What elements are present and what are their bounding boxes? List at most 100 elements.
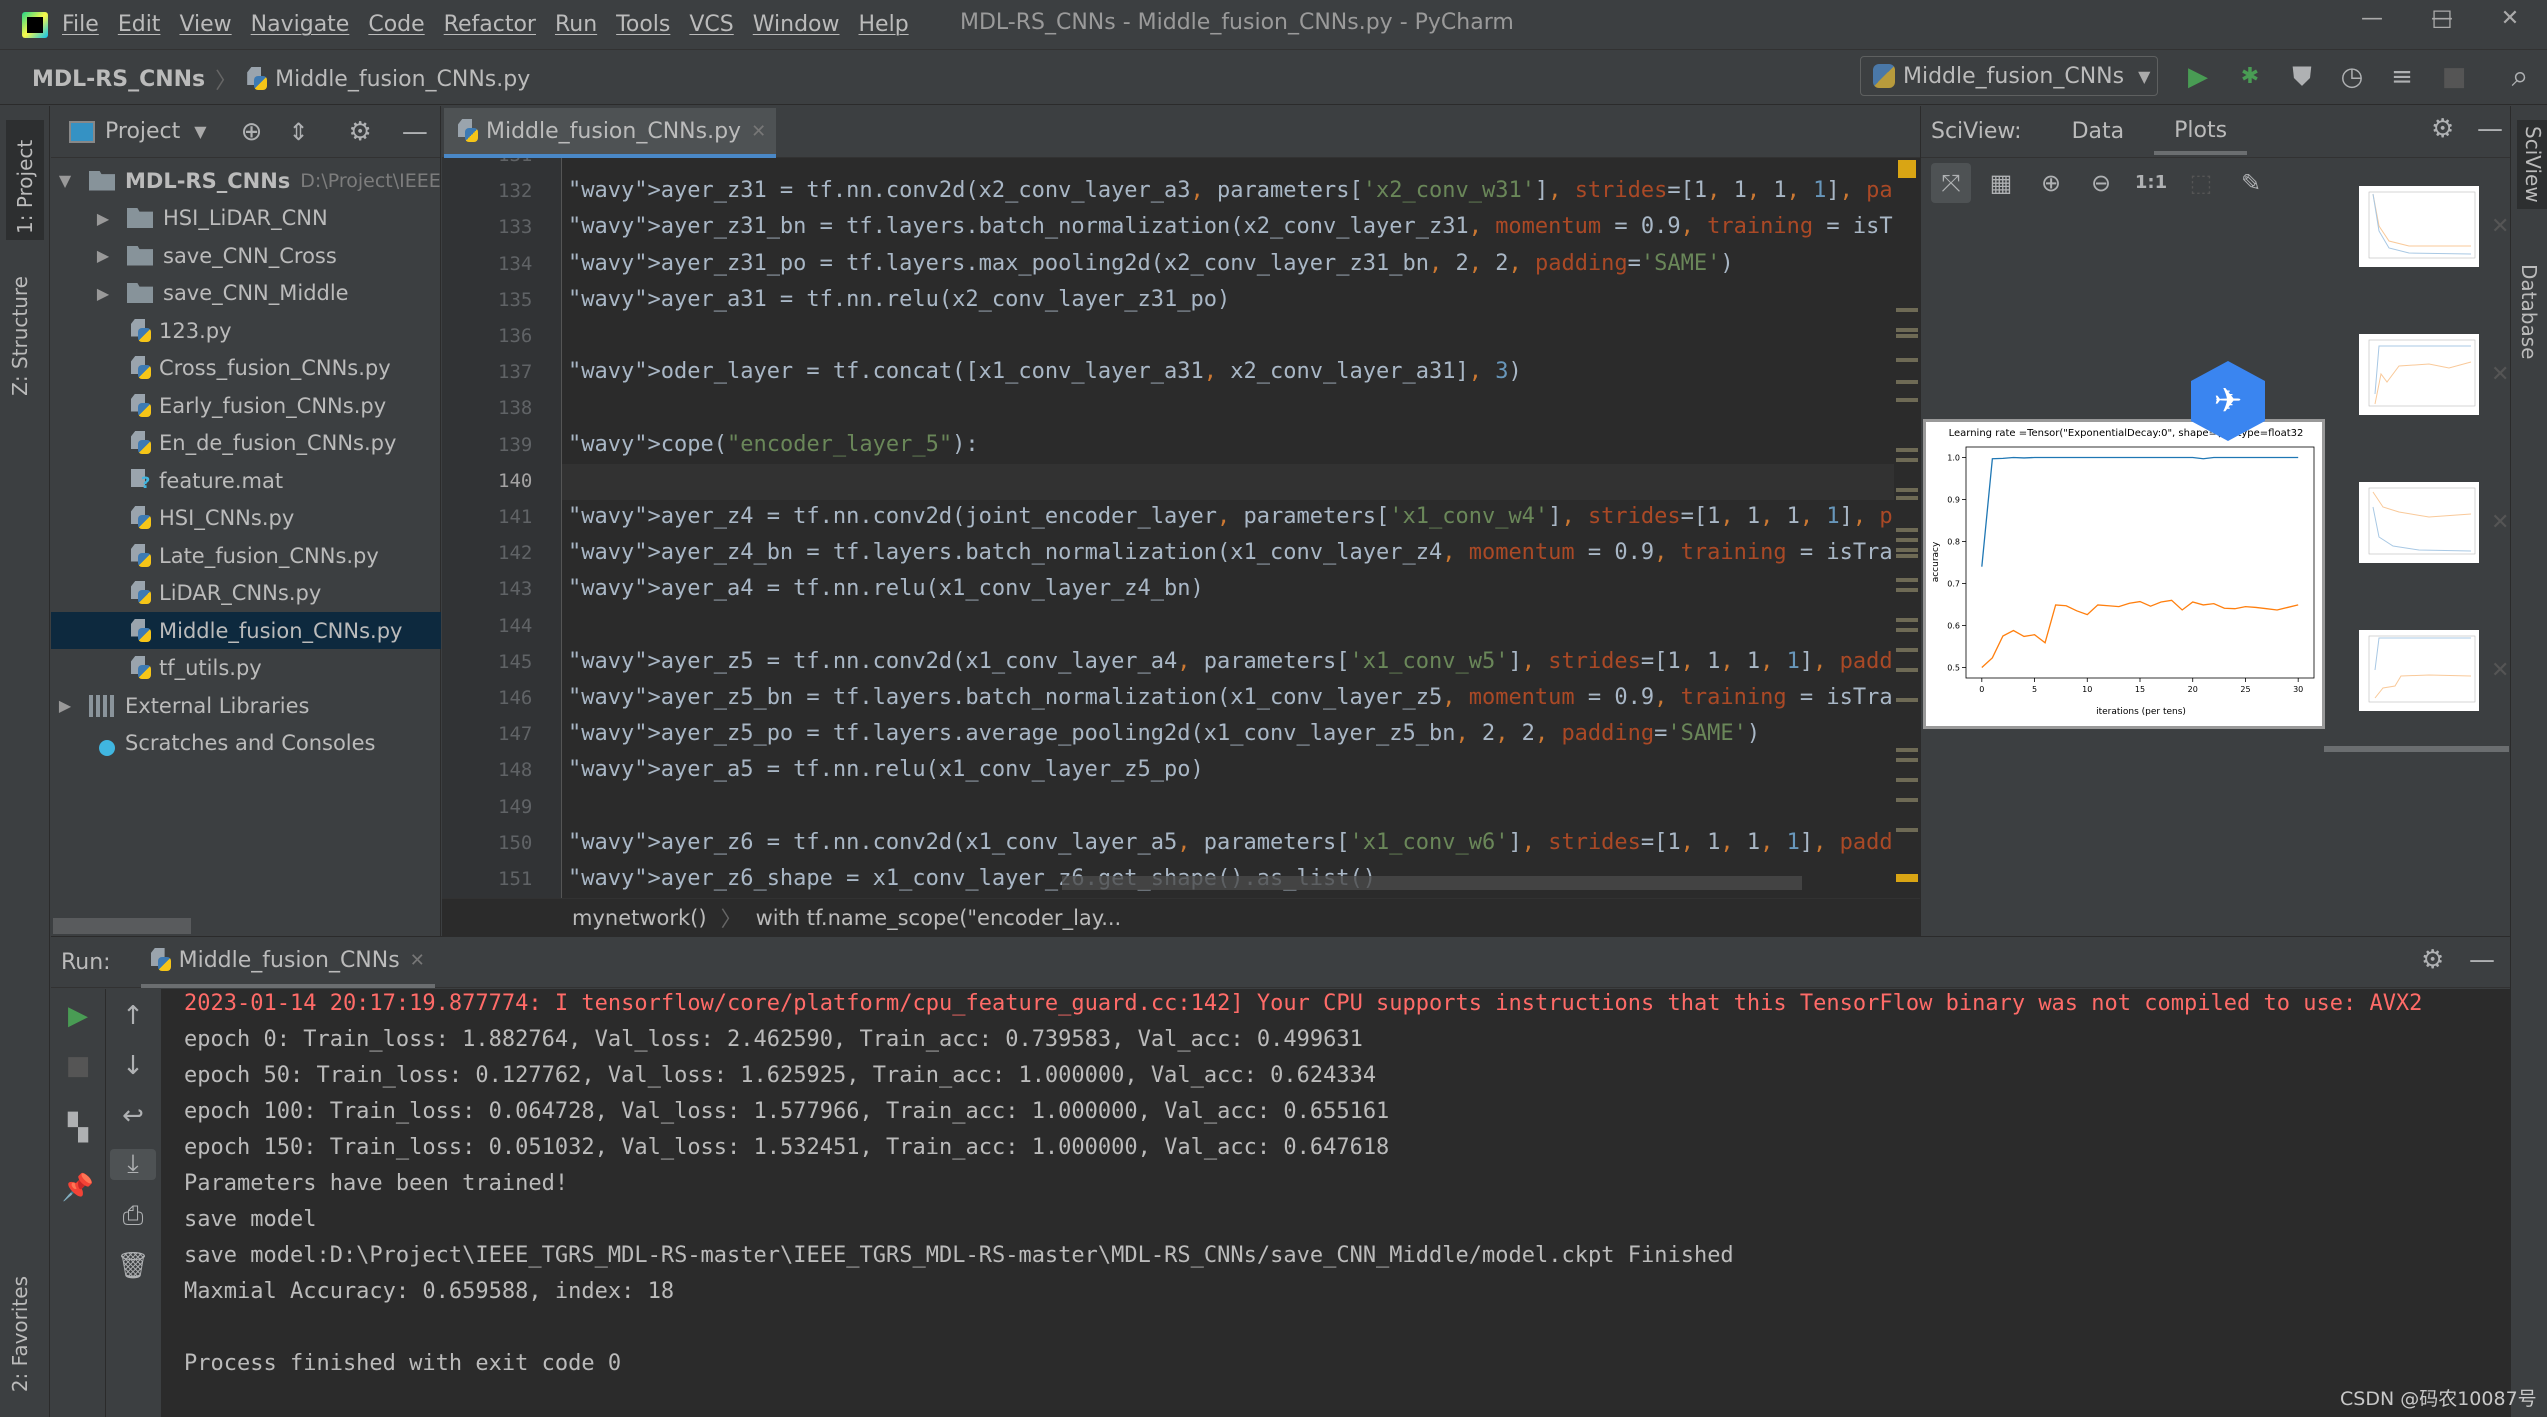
inspection-warning-icon[interactable] bbox=[1898, 160, 1916, 178]
code-editor[interactable]: 131 132 133 134 135 136 137 138 139 140 141 142 143 1… bbox=[442, 158, 1920, 898]
scrollbar-marker[interactable] bbox=[1896, 328, 1918, 332]
close-thumbnail-icon[interactable]: ✕ bbox=[2491, 214, 2509, 239]
tree-item[interactable]: ▶ save_CNN_Middle bbox=[51, 275, 441, 312]
tool-tab-favorites[interactable]: 2: Favorites bbox=[8, 1276, 32, 1392]
editor-horizontal-scrollbar[interactable] bbox=[1062, 876, 1802, 890]
grid-icon[interactable]: ▦ bbox=[1981, 163, 2021, 203]
menu-run[interactable]: Run bbox=[555, 12, 597, 37]
rerun-icon[interactable]: ▶ bbox=[51, 1001, 105, 1031]
tree-item-external-libraries[interactable]: ▶ External Libraries bbox=[51, 687, 441, 724]
sciview-scrollbar[interactable] bbox=[2324, 746, 2509, 752]
close-thumbnail-icon[interactable]: ✕ bbox=[2491, 658, 2509, 683]
profile-icon[interactable]: ◷ bbox=[2334, 59, 2370, 95]
scrollbar-marker[interactable] bbox=[1896, 496, 1918, 500]
scrollbar-marker[interactable] bbox=[1896, 334, 1918, 338]
layout-icon[interactable]: ▚ bbox=[51, 1113, 105, 1143]
run-console-output[interactable]: 2023-01-14 20:17:19.877774: I tensorflow… bbox=[162, 989, 2510, 1417]
zoom-out-icon[interactable]: ⊖ bbox=[2081, 163, 2121, 203]
editor-scrollbar[interactable] bbox=[1894, 158, 1920, 898]
run-tab[interactable]: Middle_fusion_CNNs ✕ bbox=[140, 936, 435, 988]
scrollbar-marker[interactable] bbox=[1896, 554, 1918, 558]
arrow-down-icon[interactable]: ↓ bbox=[106, 1051, 160, 1081]
tree-item[interactable]: LiDAR_CNNs.py bbox=[51, 575, 441, 612]
scrollbar-marker[interactable] bbox=[1896, 748, 1918, 752]
tree-item[interactable]: tf_utils.py bbox=[51, 650, 441, 687]
fit-window-icon[interactable]: ⬚ bbox=[2181, 163, 2221, 203]
scrollbar-marker[interactable] bbox=[1896, 578, 1918, 582]
breadcrumb-function[interactable]: mynetwork() bbox=[572, 906, 707, 930]
menu-file[interactable]: File bbox=[62, 12, 99, 37]
breadcrumb-scope[interactable]: with tf.name_scope("encoder_lay... bbox=[756, 906, 1122, 930]
expand-arrow-icon[interactable]: ▶ bbox=[55, 696, 75, 715]
scrollbar-marker[interactable] bbox=[1896, 698, 1918, 702]
menu-window[interactable]: Window bbox=[753, 12, 840, 37]
gear-icon[interactable]: ⚙ bbox=[349, 117, 372, 147]
minimize-button[interactable]: — bbox=[2352, 6, 2392, 31]
scrollbar-marker[interactable] bbox=[1896, 798, 1918, 802]
arrow-up-icon[interactable]: ↑ bbox=[106, 1001, 160, 1031]
expand-arrow-icon[interactable]: ▶ bbox=[93, 284, 113, 303]
scrollbar-marker[interactable] bbox=[1896, 488, 1918, 492]
menu-navigate[interactable]: Navigate bbox=[251, 12, 350, 37]
editor-tab-middle-fusion[interactable]: Middle_fusion_CNNs.py ✕ bbox=[444, 108, 776, 158]
scrollbar-marker[interactable] bbox=[1896, 380, 1918, 384]
menu-code[interactable]: Code bbox=[368, 12, 424, 37]
gear-icon[interactable]: ⚙ bbox=[2421, 945, 2444, 975]
menu-refactor[interactable]: Refactor bbox=[444, 12, 536, 37]
hide-panel-icon[interactable]: — bbox=[402, 117, 428, 147]
soft-wrap-icon[interactable]: ↩ bbox=[106, 1101, 160, 1131]
print-icon[interactable]: ⎙ bbox=[106, 1201, 160, 1232]
chevron-down-icon[interactable]: ▼ bbox=[194, 122, 206, 141]
close-thumbnail-icon[interactable]: ✕ bbox=[2491, 362, 2509, 387]
search-icon[interactable]: ⌕ bbox=[2502, 59, 2538, 95]
sciview-tab-data[interactable]: Data bbox=[2072, 119, 2125, 144]
scrollbar-marker[interactable] bbox=[1896, 398, 1918, 402]
tool-tab-structure[interactable]: Z: Structure bbox=[8, 276, 32, 396]
main-plot[interactable]: Learning rate =Tensor("ExponentialDecay:… bbox=[1923, 419, 2325, 729]
scrollbar-marker[interactable] bbox=[1896, 358, 1918, 362]
locate-file-icon[interactable]: ⊕ bbox=[241, 117, 263, 147]
hide-panel-icon[interactable]: — bbox=[2469, 945, 2495, 975]
menu-tools[interactable]: Tools bbox=[616, 12, 670, 37]
trash-icon[interactable]: 🗑 bbox=[106, 1251, 160, 1281]
tree-item[interactable]: Early_fusion_CNNs.py bbox=[51, 387, 441, 424]
breadcrumb-project[interactable]: MDL-RS_CNNs bbox=[32, 67, 205, 92]
plot-thumbnail[interactable] bbox=[2359, 630, 2479, 711]
scroll-to-end-icon[interactable]: ⤓ bbox=[110, 1149, 156, 1180]
scrollbar-marker[interactable] bbox=[1896, 528, 1918, 532]
tree-item[interactable]: Middle_fusion_CNNs.py bbox=[51, 612, 441, 649]
tree-item[interactable]: ▶ HSI_LiDAR_CNN bbox=[51, 200, 441, 237]
plot-thumbnail[interactable] bbox=[2359, 482, 2479, 563]
menu-view[interactable]: View bbox=[179, 12, 231, 37]
stop-icon[interactable]: ■ bbox=[51, 1051, 105, 1081]
close-thumbnail-icon[interactable]: ✕ bbox=[2491, 510, 2509, 535]
tool-tab-project[interactable]: 1: Project bbox=[6, 120, 44, 240]
scrollbar-marker[interactable] bbox=[1896, 588, 1918, 592]
scrollbar-marker[interactable] bbox=[1896, 778, 1918, 782]
run-configuration-select[interactable]: Middle_fusion_CNNs ▼ bbox=[1860, 56, 2158, 96]
tree-item[interactable]: Cross_fusion_CNNs.py bbox=[51, 350, 441, 387]
scrollbar-marker[interactable] bbox=[1896, 758, 1918, 762]
tree-item-scratches[interactable]: Scratches and Consoles bbox=[51, 725, 441, 762]
scrollbar-marker[interactable] bbox=[1896, 458, 1918, 462]
expand-arrow-icon[interactable]: ▶ bbox=[93, 209, 113, 228]
maximize-button[interactable]: ☐ bbox=[2422, 6, 2462, 34]
pin-tab-icon[interactable]: 📌 bbox=[51, 1173, 105, 1203]
concurrency-diagram-icon[interactable]: ≡ bbox=[2384, 59, 2420, 95]
debug-icon[interactable]: ✱ bbox=[2232, 59, 2268, 95]
scrollbar-marker[interactable] bbox=[1896, 648, 1918, 652]
plot-thumbnail[interactable] bbox=[2359, 334, 2479, 415]
fit-icon[interactable]: ⤧ bbox=[1931, 163, 1971, 203]
tree-item[interactable]: ▶ save_CNN_Cross bbox=[51, 237, 441, 274]
tree-item[interactable]: Late_fusion_CNNs.py bbox=[51, 537, 441, 574]
scrollbar-marker[interactable] bbox=[1896, 828, 1918, 832]
run-with-coverage-icon[interactable]: ⛊ bbox=[2284, 59, 2320, 95]
breadcrumb-file[interactable]: Middle_fusion_CNNs.py bbox=[275, 67, 530, 92]
gear-icon[interactable]: ⚙ bbox=[2431, 114, 2454, 144]
horizontal-scrollbar[interactable] bbox=[53, 918, 191, 934]
tree-item[interactable]: En_de_fusion_CNNs.py bbox=[51, 425, 441, 462]
tool-tab-database[interactable]: Database bbox=[2517, 264, 2541, 359]
scrollbar-marker[interactable] bbox=[1896, 668, 1918, 672]
scrollbar-marker[interactable] bbox=[1896, 628, 1918, 632]
stop-icon[interactable]: ■ bbox=[2436, 59, 2472, 95]
